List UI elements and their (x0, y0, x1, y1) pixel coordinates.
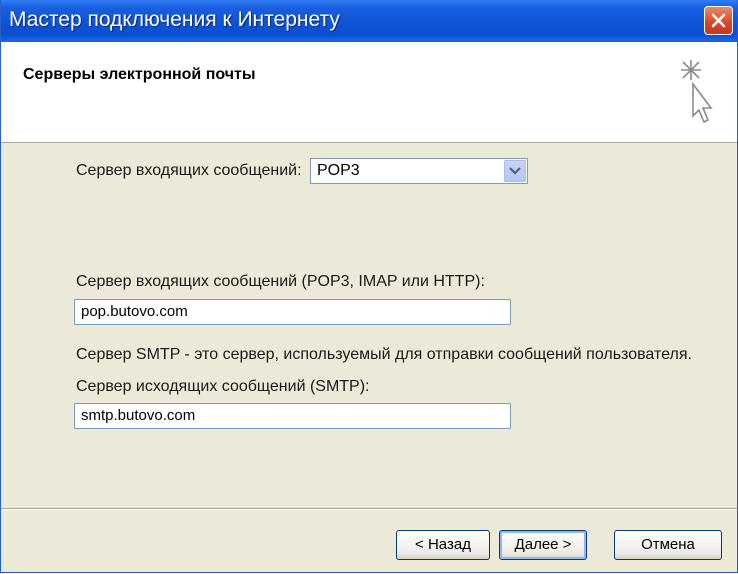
footer-divider (1, 508, 737, 510)
page-title: Серверы электронной почты (23, 66, 256, 83)
incoming-server-value: pop.butovo.com (81, 303, 188, 320)
window-title: Мастер подключения к Интернету (9, 8, 340, 31)
next-button[interactable]: Далее > (499, 530, 587, 560)
outgoing-server-label: Сервер исходящих сообщений (SMTP): (76, 378, 370, 395)
incoming-server-label: Сервер входящих сообщений (POP3, IMAP ил… (76, 273, 485, 290)
wizard-window: Мастер подключения к Интернету Серверы э… (0, 0, 738, 573)
outgoing-server-input[interactable]: smtp.butovo.com (74, 403, 511, 429)
smtp-description: Сервер SMTP - это сервер, используемый д… (76, 346, 692, 363)
incoming-type-select[interactable]: POP3 (310, 158, 528, 184)
incoming-type-label: Сервер входящих сообщений: (76, 162, 302, 179)
chevron-down-icon (509, 167, 521, 175)
close-button[interactable] (704, 6, 733, 35)
back-button[interactable]: < Назад (396, 530, 490, 560)
incoming-type-value: POP3 (317, 162, 360, 179)
close-icon (711, 13, 726, 28)
dropdown-button[interactable] (504, 160, 526, 182)
wizard-header: Серверы электронной почты (1, 42, 737, 143)
incoming-server-input[interactable]: pop.butovo.com (74, 299, 511, 325)
outgoing-server-value: smtp.butovo.com (81, 407, 196, 424)
cancel-button[interactable]: Отмена (614, 530, 722, 560)
title-bar[interactable]: Мастер подключения к Интернету (1, 0, 737, 42)
wizard-cursor-icon (681, 60, 713, 124)
